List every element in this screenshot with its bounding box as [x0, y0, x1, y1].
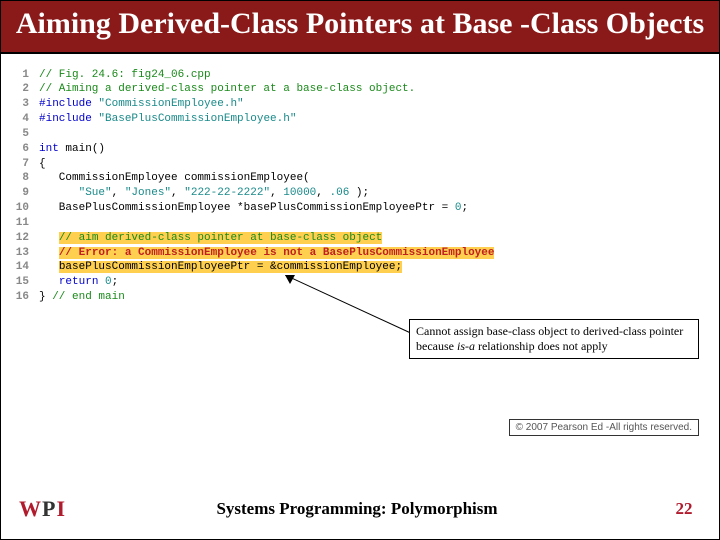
- callout-box: Cannot assign base-class object to deriv…: [409, 319, 699, 359]
- line-number: 9: [15, 186, 39, 201]
- logo-i: I: [56, 496, 65, 522]
- code-line: 7{: [15, 157, 705, 172]
- code-content: BasePlusCommissionEmployee *basePlusComm…: [39, 201, 468, 216]
- copyright-notice: © 2007 Pearson Ed -All rights reserved.: [509, 419, 699, 436]
- code-content: int main(): [39, 142, 105, 157]
- line-number: 16: [15, 290, 39, 305]
- code-content: return 0;: [39, 275, 118, 290]
- line-number: 2: [15, 82, 39, 97]
- line-number: 11: [15, 216, 39, 231]
- line-number: 13: [15, 246, 39, 261]
- code-line: 10 BasePlusCommissionEmployee *basePlusC…: [15, 201, 705, 216]
- code-content: CommissionEmployee commissionEmployee(: [39, 171, 310, 186]
- line-number: 12: [15, 231, 39, 246]
- line-number: 6: [15, 142, 39, 157]
- code-content: // Aiming a derived-class pointer at a b…: [39, 82, 415, 97]
- code-line: 13 // Error: a CommissionEmployee is not…: [15, 246, 705, 261]
- logo-p: P: [42, 496, 55, 522]
- slide-title: Aiming Derived-Class Pointers at Base -C…: [1, 1, 719, 54]
- code-content: "Sue", "Jones", "222-22-2222", 10000, .0…: [39, 186, 369, 201]
- callout-text-isa: is-a: [457, 339, 475, 353]
- line-number: 8: [15, 171, 39, 186]
- code-line: 14 basePlusCommissionEmployeePtr = &comm…: [15, 260, 705, 275]
- code-content: // Fig. 24.6: fig24_06.cpp: [39, 68, 211, 83]
- code-content: basePlusCommissionEmployeePtr = &commiss…: [39, 260, 402, 275]
- line-number: 3: [15, 97, 39, 112]
- footer-title: Systems Programming: Polymorphism: [65, 499, 649, 519]
- code-line: 4#include "BasePlusCommissionEmployee.h": [15, 112, 705, 127]
- code-line: 5: [15, 127, 705, 142]
- code-line: 1// Fig. 24.6: fig24_06.cpp: [15, 68, 705, 83]
- line-number: 14: [15, 260, 39, 275]
- line-number: 1: [15, 68, 39, 83]
- wpi-logo: W P I: [19, 496, 65, 522]
- code-listing: 1// Fig. 24.6: fig24_06.cpp2// Aiming a …: [15, 68, 705, 306]
- code-content: // aim derived-class pointer at base-cla…: [39, 231, 382, 246]
- code-content: {: [39, 157, 46, 172]
- code-content: #include "CommissionEmployee.h": [39, 97, 244, 112]
- line-number: 10: [15, 201, 39, 216]
- code-line: 2// Aiming a derived-class pointer at a …: [15, 82, 705, 97]
- code-content: } // end main: [39, 290, 125, 305]
- line-number: 4: [15, 112, 39, 127]
- code-line: 8 CommissionEmployee commissionEmployee(: [15, 171, 705, 186]
- line-number: 5: [15, 127, 39, 142]
- callout-text-post: relationship does not apply: [475, 339, 608, 353]
- slide-footer: W P I Systems Programming: Polymorphism …: [1, 479, 719, 539]
- code-line: 12 // aim derived-class pointer at base-…: [15, 231, 705, 246]
- code-line: 9 "Sue", "Jones", "222-22-2222", 10000, …: [15, 186, 705, 201]
- line-number: 15: [15, 275, 39, 290]
- code-line: 3#include "CommissionEmployee.h": [15, 97, 705, 112]
- code-content: // Error: a CommissionEmployee is not a …: [39, 246, 494, 261]
- code-line: 11: [15, 216, 705, 231]
- page-number: 22: [649, 499, 719, 519]
- line-number: 7: [15, 157, 39, 172]
- code-line: 6int main(): [15, 142, 705, 157]
- code-content: #include "BasePlusCommissionEmployee.h": [39, 112, 296, 127]
- logo-w: W: [19, 496, 41, 522]
